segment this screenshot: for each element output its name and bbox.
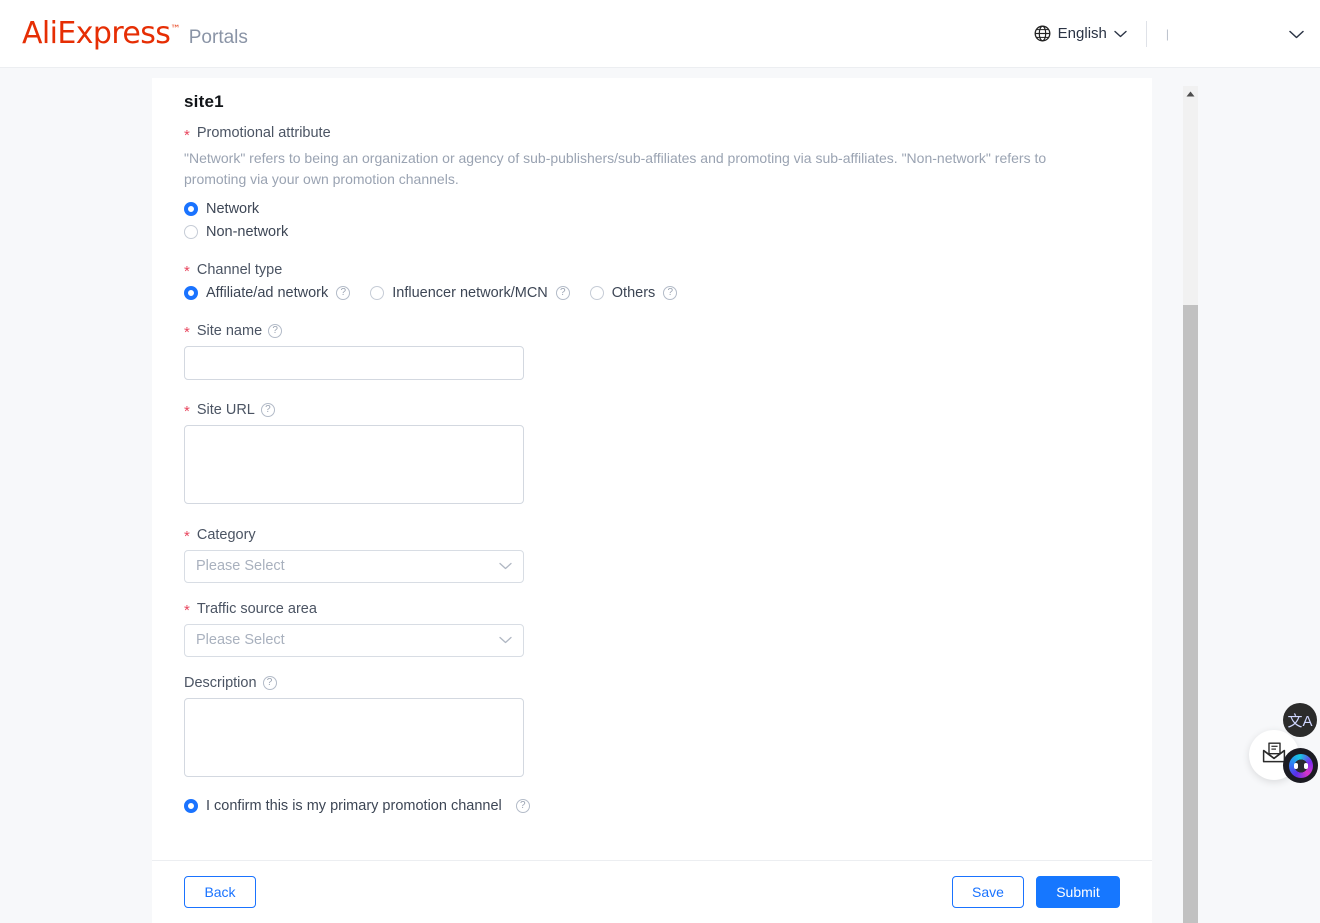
language-selector[interactable]: English	[1034, 25, 1127, 42]
radio-indicator	[184, 285, 198, 300]
site-url-input[interactable]	[184, 424, 524, 504]
account-chevron-down-icon[interactable]	[1289, 30, 1304, 38]
radio-indicator	[589, 285, 604, 300]
chat-floating-button[interactable]	[1283, 748, 1318, 783]
chat-avatar-eyes	[1293, 762, 1308, 769]
required-mark: *	[184, 528, 190, 546]
radio-indicator	[184, 798, 198, 813]
radio-indicator	[184, 224, 198, 239]
submit-button[interactable]: Submit	[1036, 876, 1120, 908]
back-button[interactable]: Back	[184, 876, 256, 908]
help-icon[interactable]: ?	[262, 675, 277, 690]
site-url-label: * Site URL ?	[184, 402, 1120, 421]
radio-channel-affiliate-ad-network[interactable]: Affiliate/ad network ?	[184, 285, 351, 301]
page-title: site1	[184, 92, 224, 111]
translate-floating-button[interactable]: 文A	[1283, 703, 1317, 737]
confirm-label: I confirm this is my primary promotion c…	[206, 797, 502, 814]
required-mark: *	[184, 324, 190, 342]
category-select[interactable]: Please Select	[184, 549, 524, 583]
promotional-attribute-label: * Promotional attribute	[184, 125, 331, 144]
help-icon[interactable]: ?	[336, 285, 351, 300]
vertical-scrollbar-thumb[interactable]	[1183, 305, 1198, 923]
language-label: English	[1057, 25, 1107, 42]
required-mark: *	[184, 403, 190, 421]
radio-indicator	[184, 201, 198, 216]
required-mark: *	[184, 602, 190, 620]
confirm-primary-channel-option[interactable]: I confirm this is my primary promotion c…	[184, 798, 1120, 814]
chevron-down-icon	[1114, 30, 1127, 38]
app-header: AliExpress™ Portals English |	[0, 0, 1320, 68]
help-icon[interactable]: ?	[663, 285, 678, 300]
radio-promotional-network[interactable]: Network	[184, 201, 1120, 217]
translate-icon: 文A	[1287, 712, 1313, 730]
scroll-up-arrow-icon[interactable]	[1183, 86, 1198, 102]
category-selected-value: Please Select	[196, 558, 285, 575]
primary-actions: Save Submit	[952, 876, 1120, 908]
site-name-label: * Site name ?	[184, 323, 1120, 342]
header-divider	[1145, 20, 1147, 47]
description-label: Description ?	[184, 675, 1120, 691]
brand-name: AliExpress™	[22, 16, 180, 51]
save-button[interactable]: Save	[952, 876, 1024, 908]
radio-channel-influencer-network-mcn[interactable]: Influencer network/MCN ?	[370, 285, 570, 301]
help-icon[interactable]: ?	[555, 285, 570, 300]
channel-type-label: * Channel type	[184, 261, 283, 281]
brand-logo[interactable]: AliExpress™ Portals	[22, 16, 248, 51]
required-mark: *	[184, 126, 190, 144]
radio-channel-others[interactable]: Others ?	[589, 285, 678, 301]
help-icon[interactable]: ?	[268, 323, 283, 338]
chevron-down-icon	[499, 562, 512, 570]
traffic-source-area-selected-value: Please Select	[196, 632, 285, 649]
radio-promotional-non-network[interactable]: Non-network	[184, 224, 1120, 240]
help-icon[interactable]: ?	[515, 798, 530, 813]
site-form-card: site1 * Promotional attribute "Network" …	[152, 78, 1152, 860]
description-input[interactable]	[184, 697, 524, 777]
category-label: * Category	[184, 526, 256, 546]
traffic-source-area-label: * Traffic source area	[184, 600, 317, 620]
header-right-controls: English |	[1034, 0, 1320, 67]
site-name-input[interactable]	[184, 345, 524, 380]
chevron-down-icon	[499, 636, 512, 644]
channel-type-options: Affiliate/ad network ? Influencer networ…	[184, 285, 1120, 301]
radio-indicator	[370, 285, 385, 300]
trademark-symbol: ™	[170, 24, 180, 35]
globe-icon	[1034, 25, 1051, 42]
form-action-bar: Back Save Submit	[152, 860, 1152, 923]
required-mark: *	[184, 263, 190, 281]
brand-subtitle: Portals	[188, 27, 248, 48]
promotional-attribute-description: "Network" refers to being an organizatio…	[184, 150, 1047, 188]
help-icon[interactable]: ?	[260, 402, 275, 417]
chat-avatar-icon	[1288, 753, 1313, 778]
account-label: |	[1165, 26, 1169, 41]
traffic-source-area-select[interactable]: Please Select	[184, 623, 524, 657]
